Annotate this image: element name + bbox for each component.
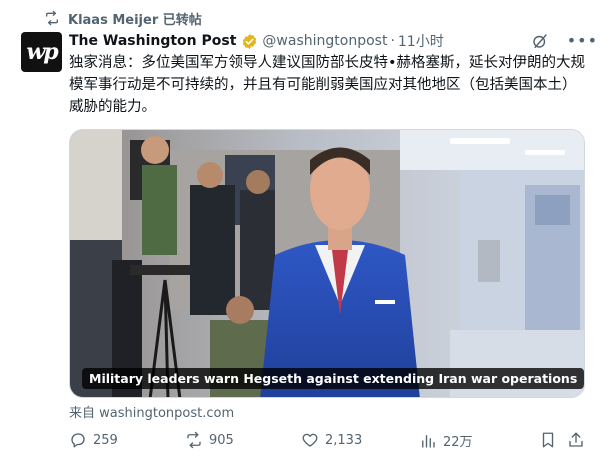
tweet-text: 独家消息：多位美国军方领导人建议国防部长皮特•赫格塞斯，延长对伊朗的大规模军事行… [69,55,586,115]
like-button[interactable]: 2,133 [301,431,362,449]
retweet-icon [187,431,201,449]
verified-gold-badge-icon[interactable] [241,33,258,50]
link-card[interactable]: Military leaders warn Hegseth against ex… [69,129,585,398]
card-headline[interactable]: Military leaders warn Hegseth against ex… [82,368,584,389]
reply-button[interactable]: 259 [69,431,118,449]
share-icon [569,432,583,447]
retweeter-name[interactable]: Klaas Meijer 已转帖 [68,9,202,28]
more-icon[interactable]: ••• [567,33,598,49]
author-avatar[interactable]: wp [21,32,62,72]
reply-icon [71,433,85,448]
views-icon [422,434,435,448]
retweet-button[interactable]: 905 [185,431,234,449]
avatar-logo-text: wp [26,39,58,65]
author-handle[interactable]: @washingtonpost [262,33,387,49]
views-button[interactable]: 22万 [419,431,473,450]
bookmark-button[interactable] [539,431,557,449]
views-count: 22万 [443,435,473,450]
retweet-icon [46,10,58,26]
tweet-header: The Washington Post @washingtonpost · 11… [69,30,598,52]
reply-count: 259 [93,432,118,448]
retweet-context[interactable]: Klaas Meijer 已转帖 [44,9,202,28]
card-source-domain[interactable]: 来自 washingtonpost.com [69,402,234,421]
separator-dot: · [390,33,395,49]
retweet-count: 905 [209,432,234,448]
bookmark-icon [542,432,554,448]
header-actions: ••• [531,30,598,52]
like-count: 2,133 [325,432,363,448]
tweet-timestamp[interactable]: 11小时 [398,31,444,51]
article-photo [70,130,584,397]
heart-icon [302,433,318,447]
tweet-action-bar: 259 905 2,133 22万 [69,429,589,453]
share-button[interactable] [567,431,585,449]
author-display-name[interactable]: The Washington Post [69,33,236,49]
grok-icon[interactable] [531,32,549,50]
